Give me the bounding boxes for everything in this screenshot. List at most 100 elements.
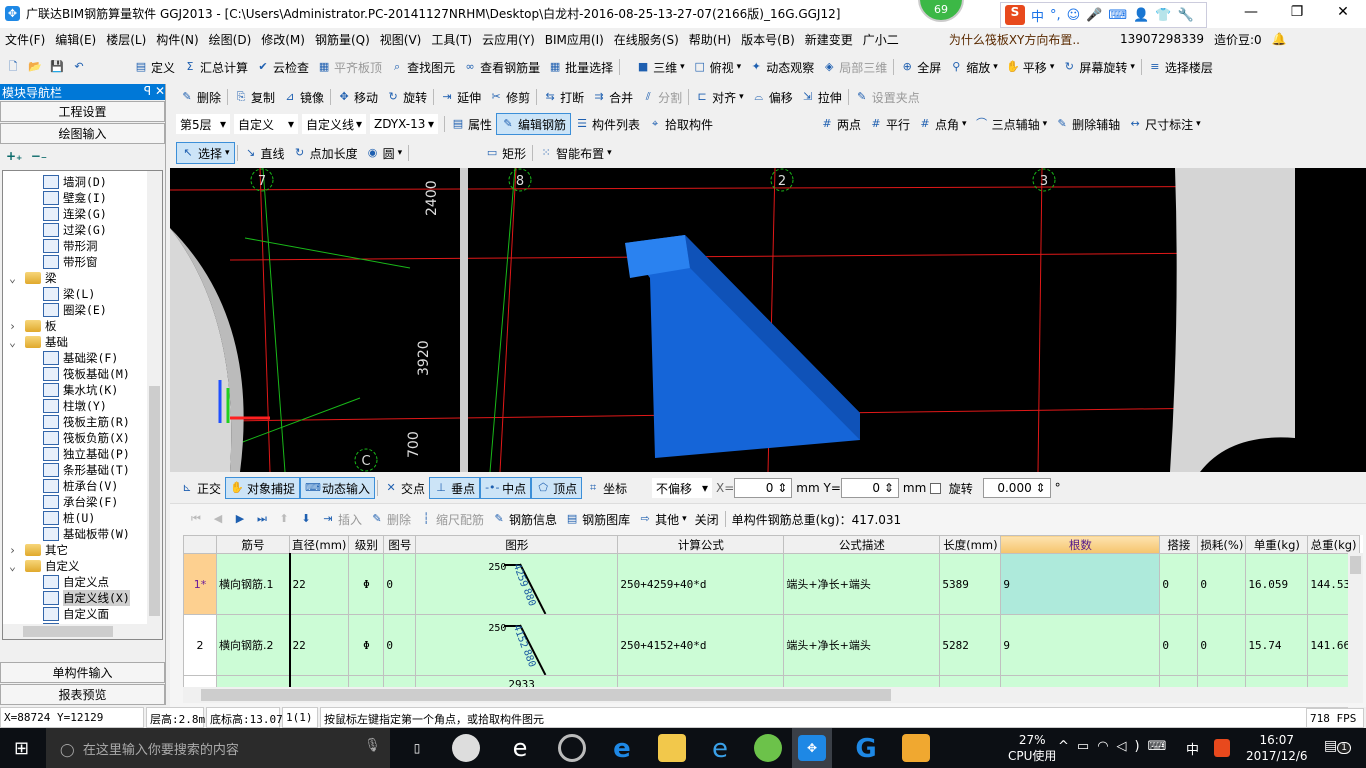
x-input[interactable]: 0 ⇕ (734, 478, 793, 498)
rebar-button-3[interactable]: ✎ 钢筋信息 (488, 508, 561, 530)
tree-vscroll-thumb[interactable] (149, 386, 160, 616)
menu-item[interactable]: 钢筋量(Q) (310, 31, 375, 48)
ie-browser-icon[interactable]: e (506, 734, 534, 762)
mic-icon[interactable]: 🎤 (1086, 8, 1102, 23)
next-record-icon[interactable]: ▶ (233, 512, 247, 526)
table-cell-8[interactable]: 9 (1000, 614, 1161, 676)
viewport-canvas[interactable]: 7 8 2 3 C (170, 168, 1366, 472)
microphone-icon[interactable]: 🎙 (364, 738, 381, 753)
axis-button-0[interactable]: # 两点 (816, 113, 865, 135)
menu-item[interactable]: 广小二 (858, 31, 904, 48)
emoji-icon[interactable]: ☺ (1067, 8, 1081, 23)
modify-button-3[interactable]: ✥ 移动 (333, 86, 382, 108)
tree-item[interactable]: 筏板主筋(R) (3, 414, 162, 430)
clock[interactable]: 16:07 2017/12/6 (1246, 732, 1308, 764)
column-header[interactable]: 根数 (1000, 535, 1161, 554)
table-cell-7[interactable]: 5389 (939, 553, 1002, 615)
menu-item[interactable]: BIM应用(I) (540, 31, 609, 48)
collapse-all-icon[interactable]: −₋ (31, 149, 47, 163)
y-input[interactable]: 0 ⇕ (840, 478, 899, 498)
menu-item[interactable]: 楼层(L) (101, 31, 151, 48)
table-cell-6[interactable]: 端头+净长+端头 (783, 614, 941, 676)
snap-button-1[interactable]: ✋ 对象捕捉 (225, 477, 301, 499)
table-cell-7[interactable] (939, 675, 1002, 687)
snap-button-6[interactable]: ⬠ 顶点 (531, 477, 583, 499)
dropdown-arrow-icon[interactable]: ▾ (680, 62, 685, 72)
fan-app-icon[interactable] (452, 734, 480, 762)
edit-rebar-button[interactable]: ✎ 编辑钢筋 (496, 113, 572, 135)
tree-item[interactable]: › 其它 (3, 542, 162, 558)
table-cell-10[interactable]: 0 (1197, 614, 1247, 676)
modify-button-11[interactable]: ⌓ 偏移 (748, 86, 797, 108)
table-cell-9[interactable]: 0 (1159, 553, 1199, 615)
table-cell-4[interactable]: 2933 (415, 675, 619, 687)
table-cell-9[interactable]: 0 (1159, 614, 1199, 676)
modify-button-7[interactable]: ⇆ 打断 (539, 86, 588, 108)
windows-start-icon[interactable]: ⊞ (14, 738, 29, 759)
account-phone[interactable]: 13907298339 (1115, 32, 1209, 46)
close-panel-icon[interactable]: ✕ (155, 84, 165, 98)
main-button-1[interactable]: Σ 汇总计算 (179, 56, 252, 78)
pin-icon[interactable]: ꟼ (144, 84, 151, 98)
axis-button-2[interactable]: # 点角 ▾ (914, 113, 971, 135)
column-header[interactable]: 计算公式 (617, 535, 785, 554)
column-header[interactable]: 直径(mm) (288, 535, 350, 554)
main-button-2[interactable]: ✔ 云检查 (252, 56, 313, 78)
main-button-12[interactable]: ⚲ 缩放 ▾ (945, 56, 1002, 78)
tray-icons[interactable]: ^▭◠◁)⌨ (1058, 739, 1174, 754)
menu-item[interactable]: 构件(N) (151, 31, 203, 48)
table-cell-10[interactable] (1197, 675, 1247, 687)
column-header[interactable]: 单重(kg) (1245, 535, 1309, 554)
snap-button-2[interactable]: ⌨ 动态输入 (300, 477, 376, 499)
component-list-button[interactable]: ☰ 构件列表 (571, 113, 644, 135)
ime-punct[interactable]: °, (1050, 8, 1061, 23)
table-cell-9[interactable] (1159, 675, 1199, 687)
dropdown-arrow-icon[interactable]: ▾ (607, 148, 612, 158)
main-button-14[interactable]: ↻ 屏幕旋转 ▾ (1058, 56, 1139, 78)
axis-button-3[interactable]: ⌒ 三点辅轴 ▾ (971, 113, 1052, 135)
dropdown-arrow-icon[interactable]: ▾ (739, 92, 744, 102)
dropdown-arrow-icon[interactable]: ▾ (1043, 119, 1048, 129)
tree-item[interactable]: 独立基础(P) (3, 446, 162, 462)
dropdown-arrow-icon[interactable]: ▾ (1196, 119, 1201, 129)
table-cell-3[interactable] (383, 675, 417, 687)
dropdown-arrow-icon[interactable]: ▾ (993, 62, 998, 72)
table-row[interactable]: 1* 横向钢筋.1 22 Φ 0 250 4259 880 250+4259+40*d 端头+净长… (183, 553, 1360, 615)
move-down-icon[interactable]: ⬇ (299, 512, 313, 526)
tree-item[interactable]: 连梁(G) (3, 206, 162, 222)
tree-item[interactable]: ⌄ 基础 (3, 334, 162, 350)
notepad-app-icon[interactable] (902, 734, 930, 762)
pick-component-button[interactable]: ⌖ 拾取构件 (644, 113, 717, 135)
draw-button-3[interactable]: ◉ 圆 ▾ (362, 142, 407, 164)
subtype-select[interactable]: 自定义线 ▾ (302, 114, 366, 134)
table-cell-3[interactable]: 0 (383, 614, 417, 676)
tree-item[interactable]: 墙洞(D) (3, 174, 162, 190)
column-header[interactable]: 筋号 (216, 535, 290, 554)
modify-button-1[interactable]: ⎘ 复制 (230, 86, 279, 108)
main-button-5[interactable]: ∞ 查看钢筋量 (459, 56, 544, 78)
table-cell-1[interactable]: 22 (288, 614, 350, 676)
offset-select[interactable]: 不偏移 ▾ (652, 478, 712, 498)
chevron-down-icon[interactable]: ⌄ (9, 271, 25, 285)
tree-item[interactable]: 柱墩(Y) (3, 398, 162, 414)
table-row[interactable]: 2933 (183, 675, 1360, 687)
menu-item[interactable]: 视图(V) (375, 31, 427, 48)
undo-icon[interactable]: ↶ (72, 60, 86, 74)
table-cell-4[interactable]: 250 4152 880 (415, 614, 619, 676)
ie-icon[interactable]: e (706, 734, 734, 764)
rebar-button-4[interactable]: ▤ 钢筋图库 (561, 508, 634, 530)
tree-item[interactable]: 自定义点 (3, 574, 162, 590)
settings-wrench-icon[interactable]: 🔧 (1178, 8, 1194, 23)
table-cell-2[interactable]: Φ (348, 614, 385, 676)
dropdown-arrow-icon[interactable]: ▾ (398, 148, 403, 158)
rebar-button-0[interactable]: ⇥ 插入 (317, 508, 366, 530)
menu-item[interactable]: 编辑(E) (50, 31, 101, 48)
search-box[interactable]: ◯ 在这里输入你要搜索的内容 🎙 (46, 728, 390, 768)
ime-mode[interactable]: 中 (1031, 6, 1044, 25)
main-button-8[interactable]: □ 俯视 ▾ (689, 56, 746, 78)
first-record-icon[interactable]: ⏮ (189, 512, 203, 526)
table-cell-2[interactable] (348, 675, 385, 687)
table-cell-5[interactable] (617, 675, 785, 687)
modify-button-9[interactable]: ⫽ 分割 (637, 86, 686, 108)
dropdown-arrow-icon[interactable]: ▾ (1050, 62, 1055, 72)
